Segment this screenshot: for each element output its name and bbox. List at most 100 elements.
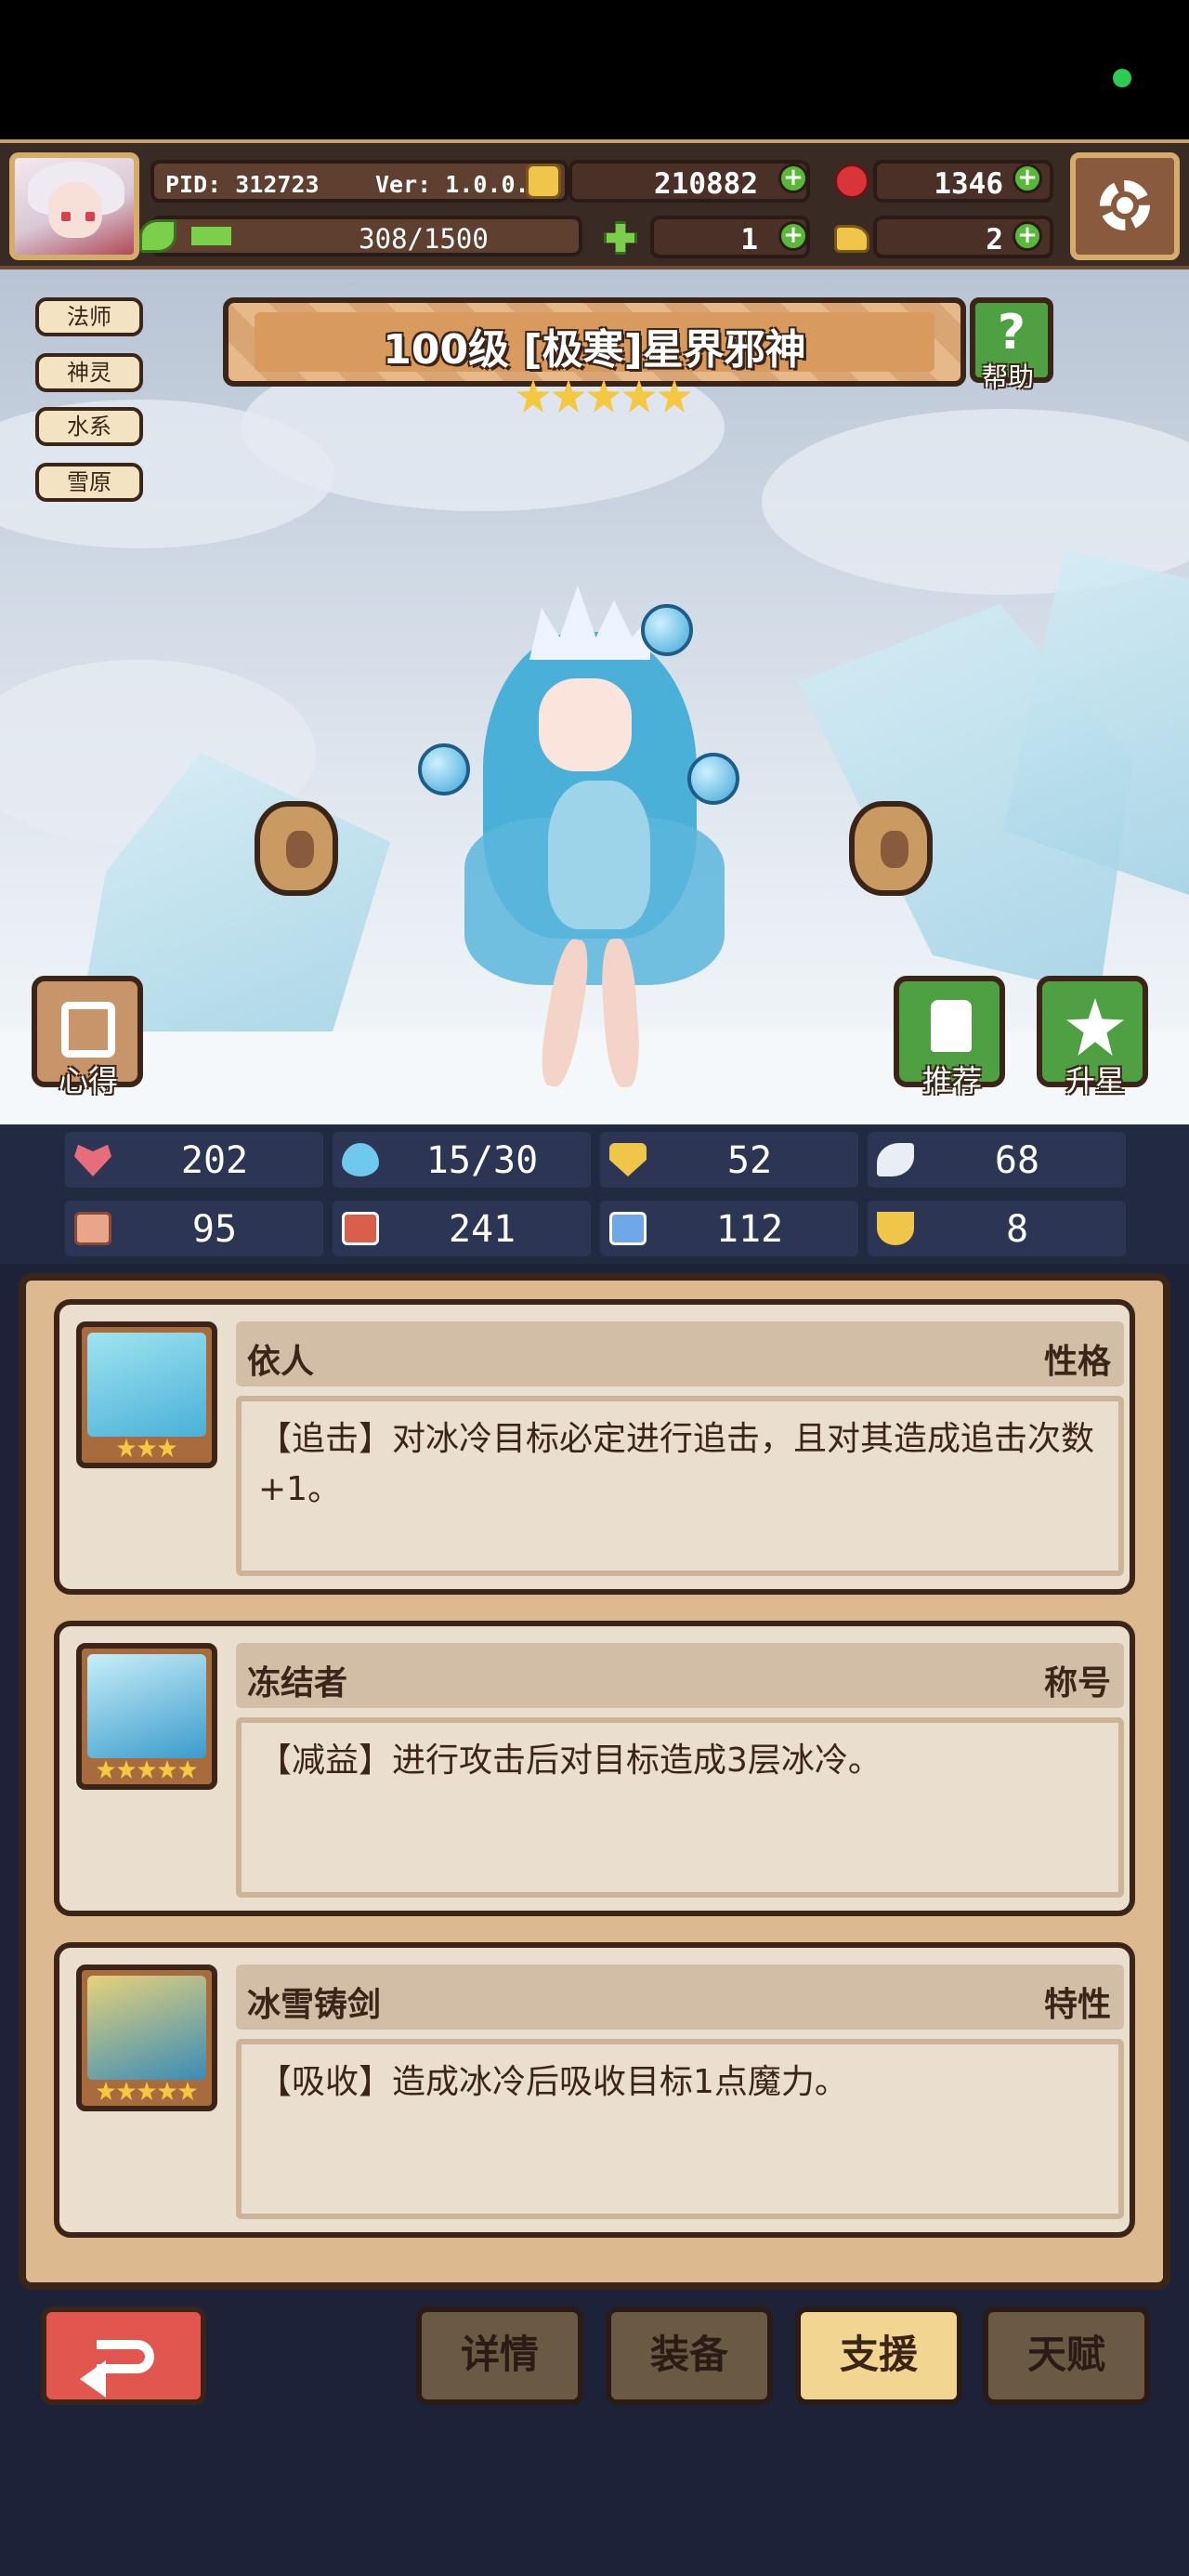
notes-label: 心得	[58, 1063, 118, 1098]
star-icon	[1066, 998, 1124, 1056]
hero-title-banner: 100级 [极寒]星界邪神	[223, 297, 966, 387]
stat-attraction: 8	[868, 1201, 1126, 1256]
hero-scene: 法师 神灵 水系 雪原 100级 [极寒]星界邪神 ? 帮助 心得 推荐 升星	[0, 269, 1189, 1124]
stat-speed: 68	[868, 1132, 1126, 1188]
hero-title: 100级 [极寒]星界邪神	[383, 326, 806, 374]
support-card-name: 冻结者	[247, 1664, 348, 1702]
water-drop-icon	[342, 1143, 379, 1176]
bottom-nav: 详情 装备 支援 天赋	[0, 2290, 1189, 2576]
add-gold-button[interactable]: +	[778, 164, 808, 193]
clover-icon	[604, 221, 637, 255]
star-icon	[178, 1760, 197, 1779]
star-icon	[587, 379, 621, 413]
heart-icon	[74, 1144, 111, 1176]
star-icon	[158, 2082, 176, 2100]
support-card-icon	[76, 1321, 217, 1468]
star-icon	[137, 2082, 156, 2100]
support-card-header: 冻结者 称号	[236, 1643, 1124, 1708]
support-card-header: 冰雪铸剑 特性	[236, 1965, 1124, 2030]
fist-icon	[74, 1212, 111, 1245]
stat-hp-value: 202	[180, 1139, 249, 1182]
stat-speed-value: 68	[994, 1139, 1040, 1182]
exp-text: 308/1500	[359, 223, 489, 255]
player-avatar[interactable]	[9, 152, 139, 260]
tab-support[interactable]: 支援	[795, 2307, 962, 2405]
key-value: 2	[986, 223, 1003, 256]
previous-hero-button[interactable]	[255, 801, 338, 896]
stat-magic-value: 241	[448, 1208, 516, 1251]
status-bar	[0, 0, 1189, 139]
tag-race: 神灵	[35, 353, 143, 392]
stat-defense-value: 52	[726, 1139, 773, 1182]
stat-attack: 95	[65, 1201, 323, 1256]
stat-defense: 52	[600, 1132, 858, 1188]
support-card-description: 【减益】进行攻击后对目标造成3层冰冷。	[236, 1717, 1124, 1898]
stat-hp: 202	[65, 1132, 323, 1188]
right-arrow-icon	[881, 831, 908, 868]
wing-icon	[877, 1143, 914, 1176]
star-icon	[117, 1760, 136, 1779]
stat-mana-value: 15/30	[425, 1139, 539, 1182]
star-icon	[158, 1439, 176, 1457]
notebook-icon	[61, 1002, 115, 1058]
support-card-description: 【吸收】造成冰冷后吸收目标1点魔力。	[236, 2039, 1124, 2219]
tag-class: 法师	[35, 297, 143, 336]
left-arrow-icon	[286, 831, 314, 868]
leaf-icon	[139, 219, 176, 253]
help-label: 帮助	[981, 361, 1034, 392]
add-gem-button[interactable]: +	[1013, 164, 1042, 193]
star-icon	[117, 2082, 136, 2100]
star-icon	[97, 2082, 115, 2100]
stat-magic: 241	[333, 1201, 591, 1256]
crown-icon	[529, 585, 650, 660]
shield-icon	[609, 1143, 647, 1176]
stat-level: 112	[600, 1201, 858, 1256]
star-icon	[117, 1439, 136, 1457]
next-hero-button[interactable]	[849, 801, 933, 896]
support-card[interactable]: 冰雪铸剑 特性 【吸收】造成冰冷后吸收目标1点魔力。	[54, 1942, 1135, 2238]
exp-bar-fill	[191, 227, 232, 245]
stat-level-value: 112	[715, 1208, 784, 1251]
star-icon	[516, 379, 550, 413]
support-card-name: 冰雪铸剑	[247, 1986, 382, 2024]
support-card-icon	[76, 1643, 217, 1790]
settings-button[interactable]	[1070, 152, 1180, 260]
hero-star-rating	[516, 379, 691, 416]
tag-element: 水系	[35, 407, 143, 446]
magnet-icon	[877, 1212, 914, 1245]
stairs-icon	[609, 1212, 647, 1245]
star-icon	[622, 379, 656, 413]
star-up-label: 升星	[1065, 1063, 1125, 1098]
player-info: PID: 312723 Ver: 1.0.0.9	[150, 160, 568, 203]
status-indicator-dot	[1113, 69, 1131, 87]
star-icon	[658, 379, 691, 413]
star-icon	[158, 1760, 176, 1779]
back-button[interactable]	[41, 2307, 206, 2405]
key-icon	[834, 225, 869, 253]
hero-stats: 202 15/30 52 68 95 241 112 8	[0, 1124, 1189, 1264]
game-version: Ver: 1.0.0.9	[375, 171, 543, 198]
tab-talent[interactable]: 天赋	[983, 2307, 1150, 2405]
add-clover-button[interactable]: +	[778, 221, 808, 251]
clover-value: 1	[740, 223, 758, 256]
tag-terrain: 雪原	[35, 463, 143, 502]
stat-attack-value: 95	[191, 1208, 238, 1251]
support-card[interactable]: 冻结者 称号 【减益】进行攻击后对目标造成3层冰冷。	[54, 1621, 1135, 1916]
star-icon	[97, 1760, 115, 1779]
support-card-type: 称号	[1043, 1664, 1111, 1702]
add-key-button[interactable]: +	[1013, 221, 1042, 251]
star-icon	[178, 2082, 197, 2100]
support-card-type: 性格	[1043, 1343, 1111, 1381]
gem-value: 1346	[934, 167, 1003, 201]
gold-value: 210882	[654, 167, 758, 201]
star-icon	[137, 1439, 156, 1457]
support-card[interactable]: 依人 性格 【追击】对冰冷目标必定进行追击，且对其造成追击次数+1。	[54, 1299, 1135, 1595]
root: { "player": { "pid": "PID: 312723", "ver…	[0, 0, 1189, 2576]
hero-portrait	[409, 567, 780, 1089]
player-pid: PID: 312723	[165, 171, 320, 198]
resource-bar: PID: 312723 Ver: 1.0.0.9 308/1500 210882…	[0, 139, 1189, 269]
tab-details[interactable]: 详情	[416, 2307, 583, 2405]
tab-equipment[interactable]: 装备	[606, 2307, 773, 2405]
support-card-type: 特性	[1043, 1986, 1111, 2024]
support-panel: 依人 性格 【追击】对冰冷目标必定进行追击，且对其造成追击次数+1。 冻结者 称…	[19, 1273, 1170, 2290]
